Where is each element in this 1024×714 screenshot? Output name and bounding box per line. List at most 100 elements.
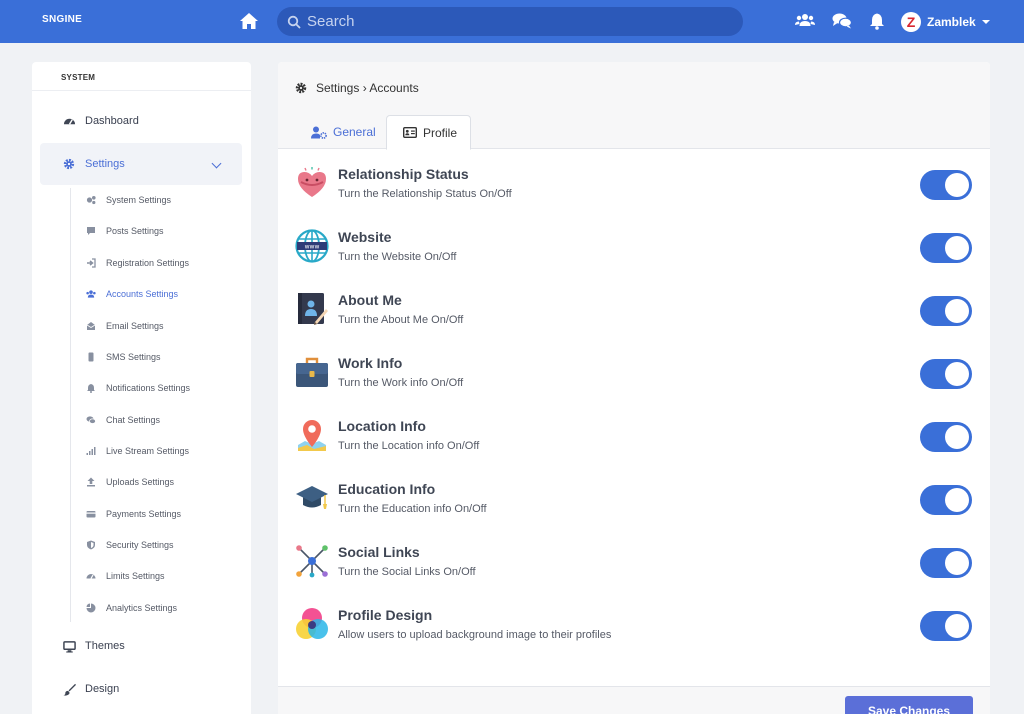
upload-icon	[86, 477, 96, 487]
avatar: Z	[901, 12, 921, 32]
setting-row-website: www Website Turn the Website On/Off	[295, 229, 975, 279]
breadcrumb: Settings › Accounts	[295, 81, 419, 95]
submenu-item-label: Posts Settings	[106, 226, 164, 236]
work-info-toggle[interactable]	[920, 359, 972, 389]
home-icon[interactable]	[239, 11, 259, 31]
users-icon	[86, 289, 96, 299]
tab-general[interactable]: General	[295, 115, 392, 149]
card-header: Settings › Accounts General Profile	[278, 62, 990, 150]
tab-profile[interactable]: Profile	[386, 115, 471, 150]
gear-icon	[62, 157, 76, 171]
mobile-icon	[86, 352, 96, 362]
divider	[32, 90, 251, 91]
submenu-item-accounts-settings[interactable]: Accounts Settings	[86, 284, 178, 304]
user-name: Zamblek	[927, 15, 976, 29]
setting-title: Profile Design	[338, 607, 433, 623]
tab-label: General	[333, 125, 376, 139]
submenu-item-system-settings[interactable]: System Settings	[86, 190, 171, 210]
relationship-status-toggle[interactable]	[920, 170, 972, 200]
submenu-item-label: SMS Settings	[106, 352, 161, 362]
sign-in-icon	[86, 258, 96, 268]
submenu-item-label: Chat Settings	[106, 415, 161, 425]
setting-title: Education Info	[338, 481, 436, 497]
website-toggle[interactable]	[920, 233, 972, 263]
submenu-item-label: System Settings	[106, 195, 172, 205]
messages-icon[interactable]	[832, 12, 852, 30]
submenu-item-analytics-settings[interactable]: Analytics Settings	[86, 598, 177, 618]
setting-description: Turn the Location info On/Off	[338, 440, 480, 452]
setting-row-about-me: About Me Turn the About Me On/Off	[295, 292, 975, 342]
friends-icon[interactable]	[795, 12, 815, 30]
submenu-item-posts-settings[interactable]: Posts Settings	[86, 221, 164, 241]
notebook-icon	[298, 293, 328, 325]
sidebar-item-themes[interactable]: Themes	[40, 625, 242, 667]
network-icon	[296, 545, 328, 578]
submenu-item-security-settings[interactable]: Security Settings	[86, 535, 174, 555]
submenu-item-uploads-settings[interactable]: Uploads Settings	[86, 472, 174, 492]
setting-description: Turn the Education info On/Off	[338, 503, 487, 515]
submenu-item-label: Notifications Settings	[106, 383, 191, 393]
profile-design-toggle[interactable]	[920, 611, 972, 641]
sidebar-item-label: Themes	[85, 640, 125, 652]
credit-card-icon	[86, 509, 96, 519]
briefcase-icon	[296, 357, 328, 387]
sidebar-item-design[interactable]: Design	[40, 668, 242, 710]
social-links-toggle[interactable]	[920, 548, 972, 578]
submenu-item-chat-settings[interactable]: Chat Settings	[86, 410, 160, 430]
submenu-item-notifications-settings[interactable]: Notifications Settings	[86, 378, 190, 398]
submenu-item-label: Registration Settings	[106, 258, 190, 268]
toggle-knob	[945, 173, 969, 197]
toggle-knob	[945, 362, 969, 386]
bell-icon[interactable]	[867, 12, 887, 30]
submenu-item-label: Security Settings	[106, 540, 174, 550]
toggle-knob	[945, 299, 969, 323]
user-menu[interactable]: Z Zamblek	[901, 11, 990, 33]
submenu-item-sms-settings[interactable]: SMS Settings	[86, 347, 161, 367]
submenu-item-limits-settings[interactable]: Limits Settings	[86, 566, 165, 586]
toggle-knob	[945, 614, 969, 638]
setting-description: Turn the Work info On/Off	[338, 377, 464, 389]
shield-icon	[86, 540, 96, 550]
setting-description: Allow users to upload background image t…	[338, 629, 612, 641]
submenu-item-label: Uploads Settings	[106, 477, 175, 487]
signal-icon	[86, 446, 96, 456]
submenu-item-label: Payments Settings	[106, 509, 182, 519]
gauge-icon	[86, 571, 96, 581]
search-bar[interactable]	[277, 7, 743, 36]
search-icon	[287, 15, 301, 29]
sidebar-item-dashboard[interactable]: Dashboard	[40, 100, 242, 142]
setting-row-work-info: Work Info Turn the Work info On/Off	[295, 355, 975, 405]
setting-title: Location Info	[338, 418, 426, 434]
submenu-item-payments-settings[interactable]: Payments Settings	[86, 504, 181, 524]
toggle-knob	[945, 551, 969, 575]
sidebar-item-settings[interactable]: Settings	[40, 143, 242, 185]
setting-row-relationship-status: Relationship Status Turn the Relationshi…	[295, 166, 975, 216]
caret-down-icon	[981, 20, 990, 24]
setting-title: Website	[338, 229, 392, 245]
comments-icon	[86, 415, 96, 425]
search-input[interactable]	[307, 10, 727, 33]
submenu-item-email-settings[interactable]: Email Settings	[86, 316, 164, 336]
setting-row-location-info: Location Info Turn the Location info On/…	[295, 418, 975, 468]
comment-icon	[86, 226, 96, 236]
setting-description: Turn the Social Links On/Off	[338, 566, 476, 578]
setting-row-social-links: Social Links Turn the Social Links On/Of…	[295, 544, 975, 594]
gear-icon	[295, 82, 307, 94]
setting-row-profile-design: Profile Design Allow users to upload bac…	[295, 607, 975, 657]
setting-title: Work Info	[338, 355, 403, 371]
location-info-toggle[interactable]	[920, 422, 972, 452]
submenu-item-live-stream-settings[interactable]: Live Stream Settings	[86, 441, 189, 461]
toggle-knob	[945, 425, 969, 449]
dashboard-icon	[62, 114, 76, 128]
pie-chart-icon	[86, 603, 96, 613]
breadcrumb-text: Settings › Accounts	[316, 81, 419, 95]
tab-label: Profile	[423, 125, 458, 140]
sidebar: SYSTEM Dashboard Settings System Setting…	[32, 62, 251, 714]
save-changes-button[interactable]: Save Changes	[845, 696, 973, 714]
about-me-toggle[interactable]	[920, 296, 972, 326]
setting-title: Relationship Status	[338, 166, 469, 182]
education-info-toggle[interactable]	[920, 485, 972, 515]
brand-logo[interactable]: SNGINE	[42, 14, 82, 25]
submenu-item-registration-settings[interactable]: Registration Settings	[86, 253, 189, 273]
toggle-knob	[945, 236, 969, 260]
